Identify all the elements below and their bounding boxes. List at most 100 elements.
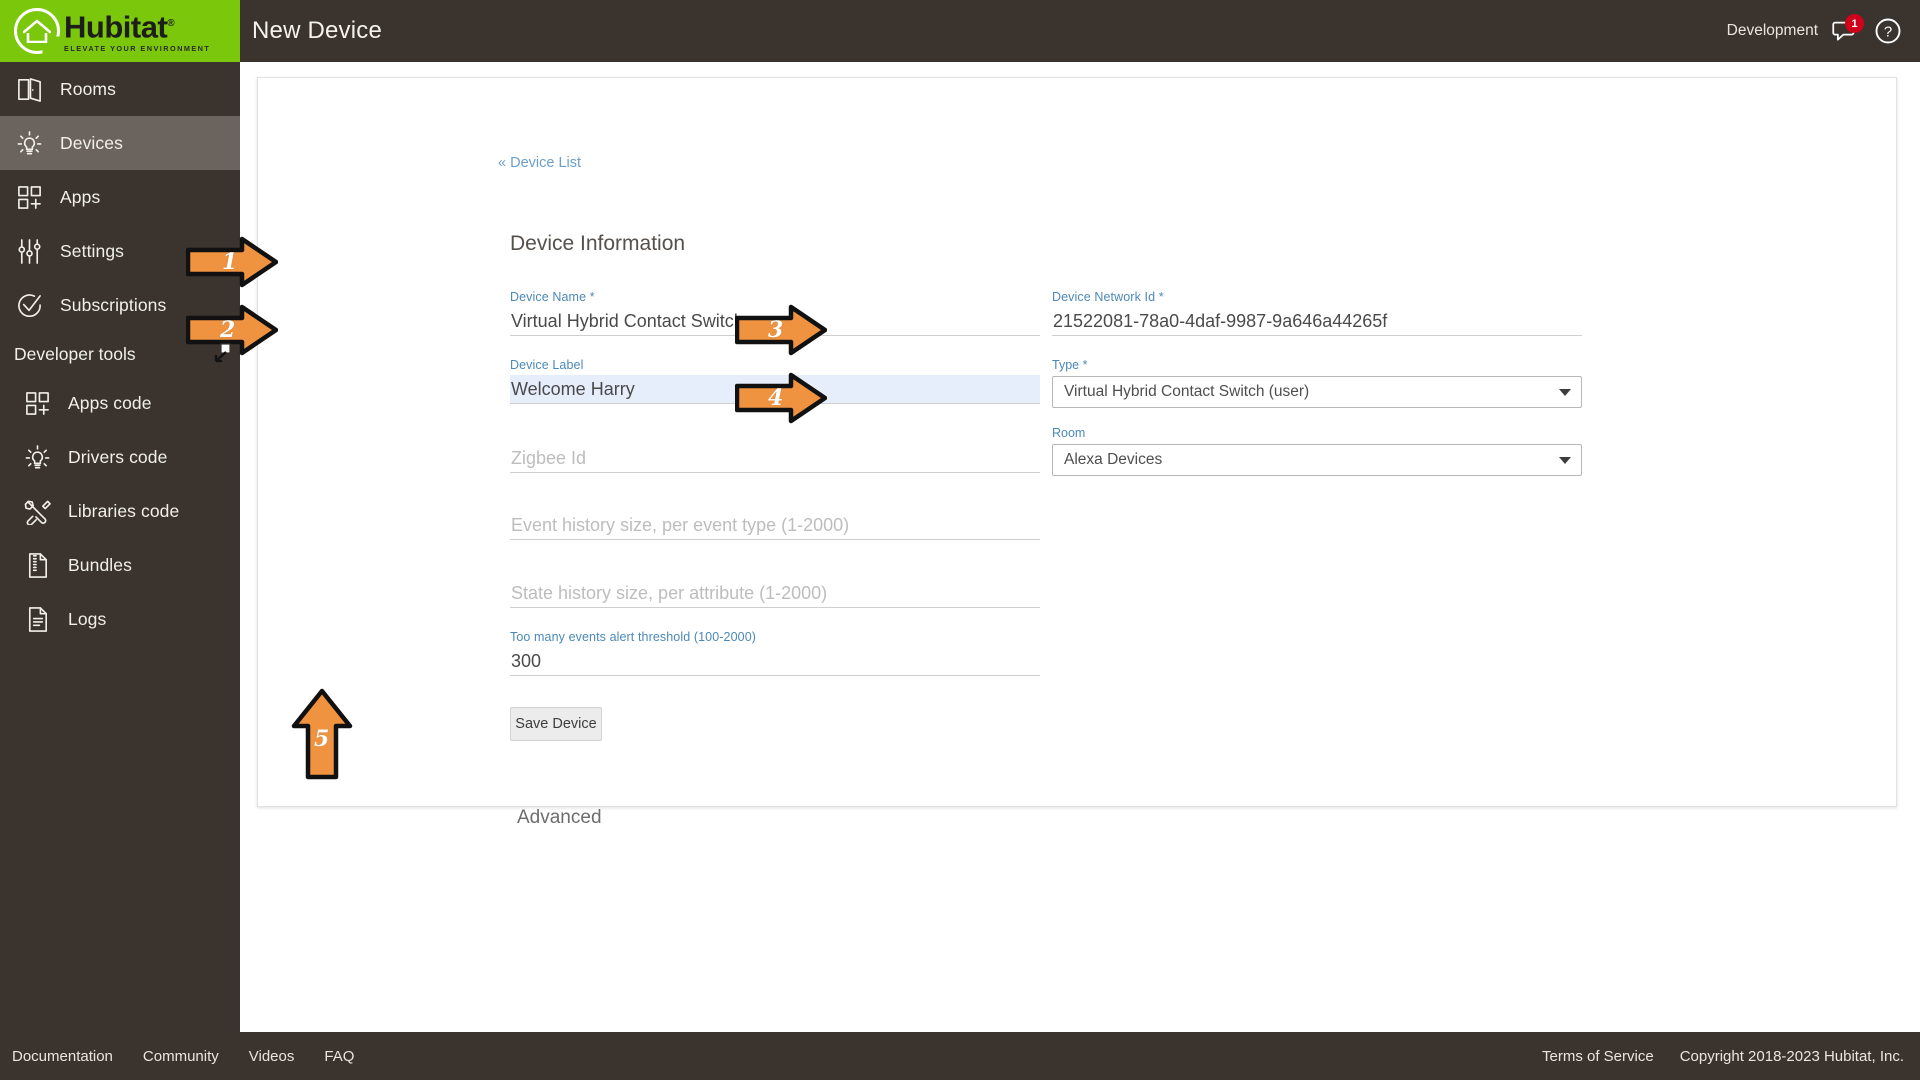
- event-history-size-input[interactable]: Event history size, per event type (1-20…: [510, 511, 1040, 540]
- chat-bubble-icon[interactable]: 1: [1832, 14, 1864, 45]
- footer: Documentation Community Videos FAQ Terms of…: [0, 1032, 1920, 1080]
- annotation-arrow-2: 2: [185, 304, 279, 356]
- annotation-arrow-4: 4: [734, 372, 828, 424]
- environment-label: Development: [1726, 22, 1818, 39]
- zip-file-icon: [28, 552, 47, 578]
- sidebar-item-label: Logs: [68, 608, 107, 629]
- sidebar-item-label: Rooms: [60, 78, 116, 99]
- bulb-icon: [14, 128, 44, 158]
- header-actions: Development 1 ?: [1726, 14, 1920, 45]
- footer-link-community[interactable]: Community: [143, 1048, 219, 1065]
- check-circle-icon: [17, 293, 41, 317]
- house-glyph-icon: [23, 19, 51, 43]
- state-history-size-field[interactable]: State history size, per attribute (1-200…: [510, 562, 1040, 608]
- brand-logo[interactable]: Hubitat® ELEVATE YOUR ENVIRONMENT: [0, 0, 240, 62]
- document-icon: [22, 604, 52, 634]
- save-device-button[interactable]: Save Device: [510, 707, 602, 741]
- zigbee-id-input[interactable]: Zigbee Id: [510, 444, 1040, 473]
- resize-cursor-icon: [212, 343, 232, 363]
- footer-legal: Terms of Service Copyright 2018-2023 Hub…: [1542, 1048, 1920, 1065]
- type-select-value: Virtual Hybrid Contact Switch (user): [1064, 383, 1310, 400]
- arrow-right-icon: [185, 304, 279, 356]
- sidebar-item-drivers-code[interactable]: Drivers code: [0, 430, 240, 484]
- top-header: New Device Development 1 ?: [240, 0, 1920, 62]
- copyright-text: Copyright 2018-2023 Hubitat, Inc.: [1679, 1047, 1904, 1065]
- main-content: « Device List Device Information Device …: [240, 62, 1920, 1018]
- footer-link-faq[interactable]: FAQ: [324, 1048, 354, 1065]
- type-label: Type *: [1052, 358, 1088, 372]
- svg-text:?: ?: [1884, 24, 1892, 41]
- device-network-id-label: Device Network Id *: [1052, 290, 1164, 304]
- sliders-icon: [14, 236, 44, 266]
- bulb-icon: [17, 130, 41, 154]
- room-label: Room: [1052, 426, 1086, 440]
- sidebar-item-label: Settings: [60, 240, 125, 261]
- chevron-down-icon: [1559, 388, 1571, 396]
- sidebar-item-label: Apps code: [68, 392, 152, 413]
- zigbee-id-field[interactable]: Zigbee Id: [510, 427, 1040, 473]
- room-select-field[interactable]: Room Alexa Devices: [1052, 426, 1582, 476]
- apps-grid-icon: [25, 391, 49, 415]
- arrow-right-icon: [185, 236, 279, 288]
- sidebar-item-label: Drivers code: [68, 446, 168, 467]
- footer-links: Documentation Community Videos FAQ: [0, 1048, 354, 1065]
- device-network-id-field[interactable]: Device Network Id * 21522081-78a0-4daf-9…: [1052, 290, 1582, 336]
- zip-file-icon: [22, 550, 52, 580]
- annotation-arrow-1: 1: [185, 236, 279, 288]
- apps-grid-icon: [14, 182, 44, 212]
- brand-tagline: ELEVATE YOUR ENVIRONMENT: [64, 43, 211, 53]
- resize-arrow-glyph-icon: [214, 343, 231, 363]
- sidebar-item-label: Libraries code: [68, 500, 180, 521]
- question-circle-icon[interactable]: ?: [1874, 17, 1902, 45]
- footer-link-documentation[interactable]: Documentation: [12, 1048, 113, 1065]
- tools-icon: [24, 500, 51, 525]
- brand-name: Hubitat®: [64, 9, 175, 45]
- type-select-field[interactable]: Type * Virtual Hybrid Contact Switch (us…: [1052, 358, 1582, 408]
- alert-threshold-label: Too many events alert threshold (100-200…: [510, 630, 757, 644]
- sidebar-item-libraries-code[interactable]: Libraries code: [0, 484, 240, 538]
- door-icon: [17, 77, 41, 102]
- application-root: Hubitat® ELEVATE YOUR ENVIRONMENT Rooms D…: [0, 0, 1920, 1080]
- terms-of-service-link[interactable]: Terms of Service: [1542, 1048, 1654, 1065]
- question-circle-glyph-icon: ?: [1875, 18, 1901, 44]
- back-to-device-list-link[interactable]: « Device List: [498, 155, 581, 171]
- sidebar-item-label: Apps: [60, 186, 101, 207]
- device-network-id-input[interactable]: 21522081-78a0-4daf-9987-9a646a44265f: [1052, 307, 1582, 336]
- notification-count-badge: 1: [1845, 14, 1864, 33]
- sidebar-item-apps-code[interactable]: Apps code: [0, 376, 240, 430]
- arrow-right-icon: [734, 372, 828, 424]
- sidebar-item-rooms[interactable]: Rooms: [0, 62, 240, 116]
- bulb-icon: [22, 442, 52, 472]
- page-title: New Device: [252, 17, 383, 44]
- bulb-icon: [25, 444, 49, 468]
- state-history-size-input[interactable]: State history size, per attribute (1-200…: [510, 579, 1040, 608]
- event-history-size-field[interactable]: Event history size, per event type (1-20…: [510, 494, 1040, 540]
- footer-link-videos[interactable]: Videos: [249, 1048, 295, 1065]
- tools-icon: [22, 496, 52, 526]
- sidebar-item-logs[interactable]: Logs: [0, 592, 240, 646]
- sidebar-item-devices[interactable]: Devices: [0, 116, 240, 170]
- arrow-up-icon: [291, 688, 353, 780]
- section-title: Device Information: [510, 232, 686, 255]
- chevron-down-icon: [1559, 456, 1571, 464]
- apps-grid-icon: [17, 185, 41, 209]
- sidebar-item-label: Subscriptions: [60, 294, 167, 315]
- annotation-arrow-5: 5: [291, 688, 353, 780]
- sliders-icon: [17, 238, 41, 264]
- alert-threshold-field[interactable]: Too many events alert threshold (100-200…: [510, 630, 1040, 676]
- alert-threshold-input[interactable]: 300: [510, 647, 1040, 676]
- sidebar-item-apps[interactable]: Apps: [0, 170, 240, 224]
- type-select[interactable]: Virtual Hybrid Contact Switch (user): [1052, 376, 1582, 408]
- room-select-value: Alexa Devices: [1064, 451, 1163, 468]
- arrow-right-icon: [734, 304, 828, 356]
- sidebar-item-label: Devices: [60, 132, 123, 153]
- document-icon: [28, 606, 47, 632]
- room-select[interactable]: Alexa Devices: [1052, 444, 1582, 476]
- door-icon: [14, 74, 44, 104]
- sidebar-item-label: Bundles: [68, 554, 132, 575]
- sidebar: Hubitat® ELEVATE YOUR ENVIRONMENT Rooms D…: [0, 0, 240, 1080]
- apps-grid-icon: [22, 388, 52, 418]
- sidebar-item-bundles[interactable]: Bundles: [0, 538, 240, 592]
- check-circle-icon: [14, 290, 44, 320]
- annotation-arrow-3: 3: [734, 304, 828, 356]
